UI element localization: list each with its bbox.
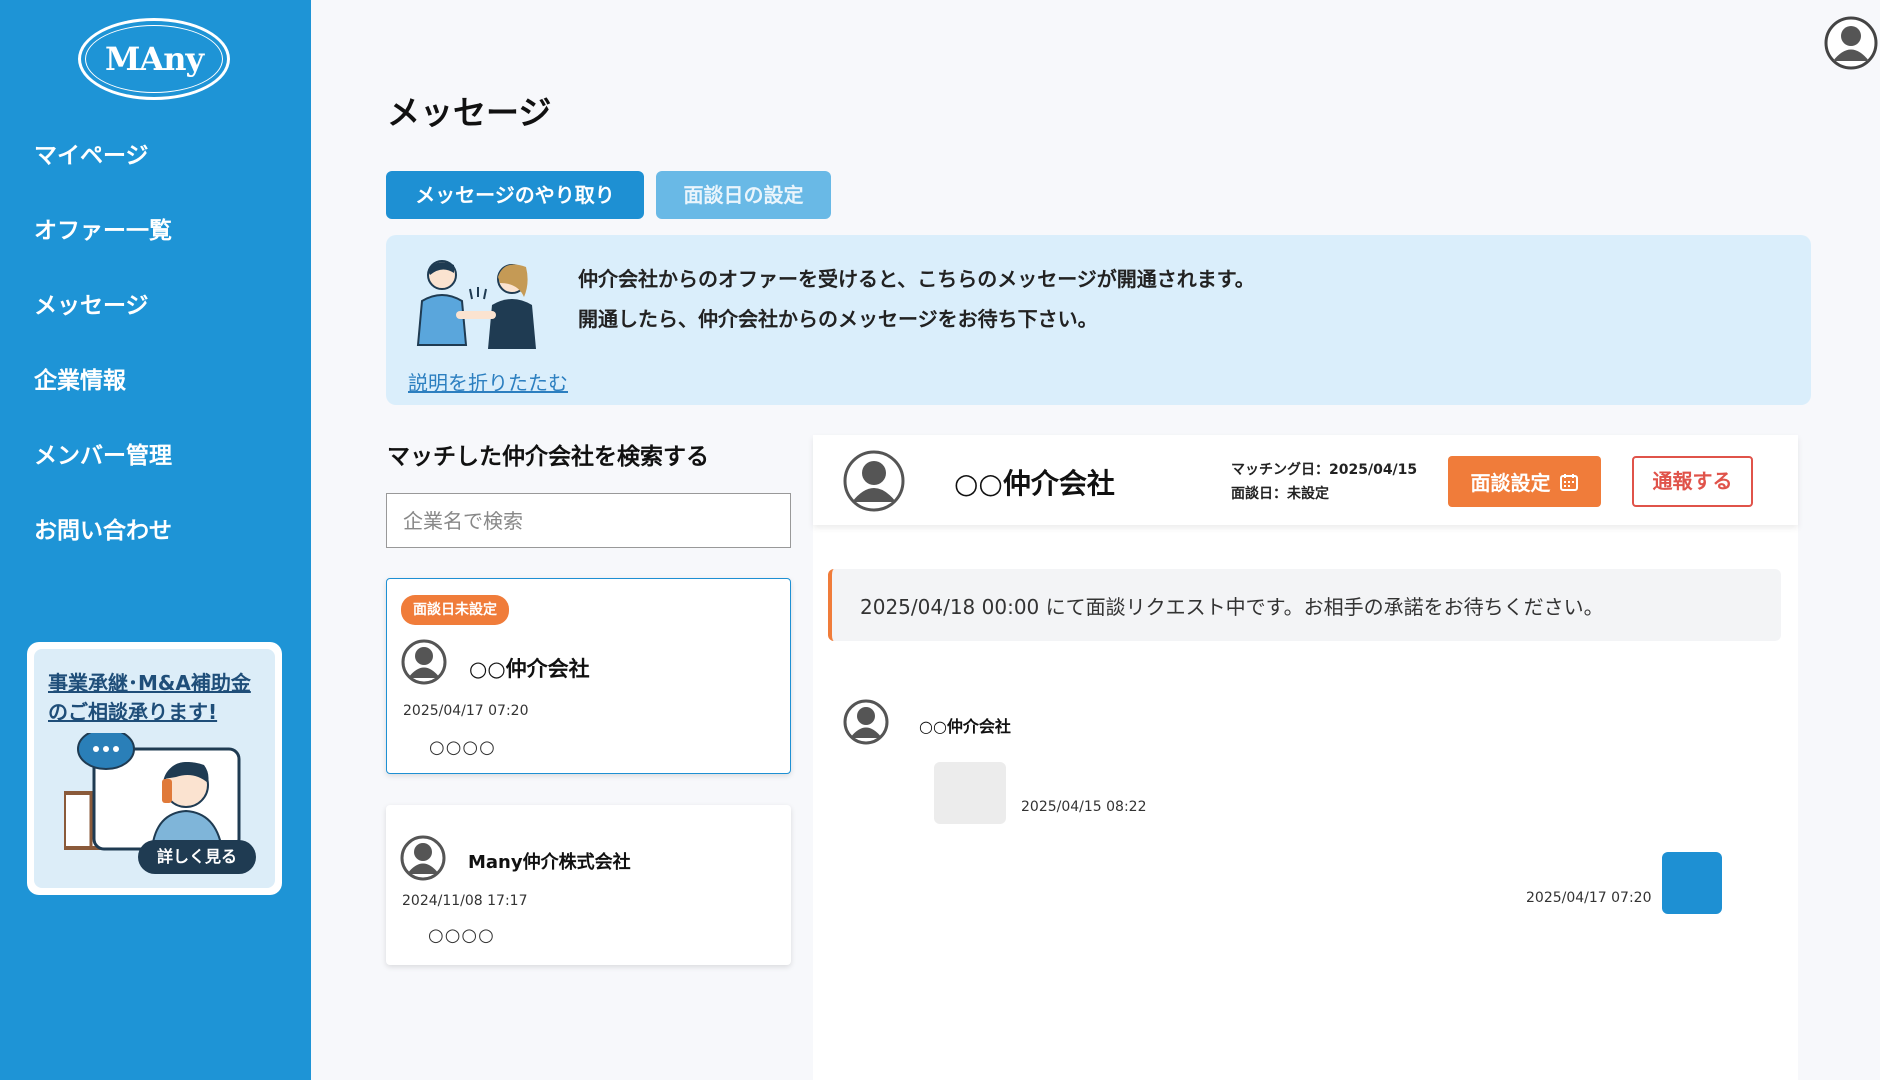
info-text-line2: 開通したら、仲介会社からのメッセージをお待ち下さい。	[578, 307, 1098, 331]
message-time: 2025/04/17 07:20	[1526, 890, 1652, 906]
page-title: メッセージ	[387, 93, 552, 132]
user-avatar-icon[interactable]	[1824, 16, 1878, 70]
collapse-info-link[interactable]: 説明を折りたたむ	[408, 367, 568, 396]
avatar-icon	[401, 639, 447, 685]
calendar-icon	[1559, 473, 1578, 491]
avatar-icon	[400, 835, 446, 881]
conversation-date: 2025/04/17 07:20	[403, 703, 529, 719]
sidebar-nav: マイページ オファー一覧 メッセージ 企業情報 メンバー管理 お問い合わせ	[34, 132, 172, 582]
matching-date: マッチング日：2025/04/15	[1231, 462, 1418, 478]
message-sender-name: ○○仲介会社	[919, 717, 1011, 736]
sidebar: MAny マイページ オファー一覧 メッセージ 企業情報 メンバー管理 お問い合…	[0, 0, 311, 1080]
conversation-preview: ○○○○	[428, 925, 495, 946]
status-badge: 面談日未設定	[401, 595, 509, 625]
sidebar-item-messages[interactable]: メッセージ	[34, 282, 172, 357]
notice-text: 2025/04/18 00:00 にて面談リクエスト中です。お相手の承諾をお待ち…	[860, 595, 1604, 619]
brand-logo[interactable]: MAny	[78, 18, 230, 100]
schedule-meeting-button[interactable]: 面談設定	[1448, 456, 1601, 507]
conversation-date: 2024/11/08 17:17	[402, 893, 528, 909]
logo-ring	[85, 25, 223, 93]
partner-name: ○○仲介会社	[954, 467, 1115, 500]
tab-message-exchange[interactable]: メッセージのやり取り	[386, 171, 644, 219]
info-text-line1: 仲介会社からのオファーを受けると、こちらのメッセージが開通されます。	[578, 267, 1255, 291]
promo-title-line2: のご相談承ります!	[48, 700, 218, 724]
promo-title-line1: 事業承継･M&A補助金	[48, 671, 251, 695]
handshake-illustration	[416, 260, 536, 349]
sender-avatar-icon	[843, 699, 889, 745]
info-panel: 仲介会社からのオファーを受けると、こちらのメッセージが開通されます。 開通したら…	[386, 235, 1811, 405]
chat-header: ○○仲介会社 マッチング日：2025/04/15 面談日：未設定 面談設定 通報…	[813, 435, 1798, 525]
sidebar-item-members[interactable]: メンバー管理	[34, 432, 172, 507]
sidebar-item-mypage[interactable]: マイページ	[34, 132, 172, 207]
promo-title: 事業承継･M&A補助金 のご相談承ります!	[48, 669, 251, 727]
conversation-company-name: Many仲介株式会社	[468, 852, 631, 873]
outgoing-message-bubble	[1662, 852, 1722, 914]
conversation-company-name: ○○仲介会社	[469, 657, 590, 681]
conversation-card[interactable]: Many仲介株式会社 2024/11/08 17:17 ○○○○	[386, 805, 791, 965]
sidebar-item-company[interactable]: 企業情報	[34, 357, 172, 432]
partner-avatar-icon	[843, 450, 905, 512]
schedule-meeting-label: 面談設定	[1470, 471, 1551, 495]
promo-banner[interactable]: 事業承継･M&A補助金 のご相談承ります! 詳しく見る	[27, 642, 282, 895]
promo-banner-inner: 事業承継･M&A補助金 のご相談承ります! 詳しく見る	[34, 649, 275, 888]
conversation-card[interactable]: 面談日未設定 ○○仲介会社 2025/04/17 07:20 ○○○○	[386, 578, 791, 774]
conversation-preview: ○○○○	[429, 737, 496, 758]
sidebar-item-contact[interactable]: お問い合わせ	[34, 507, 172, 582]
search-heading: マッチした仲介会社を検索する	[387, 444, 709, 470]
meeting-request-notice: 2025/04/18 00:00 にて面談リクエスト中です。お相手の承諾をお待ち…	[828, 569, 1781, 641]
message-time: 2025/04/15 08:22	[1021, 799, 1147, 815]
chat-panel: ○○仲介会社 マッチング日：2025/04/15 面談日：未設定 面談設定 通報…	[813, 435, 1798, 1080]
meeting-date: 面談日：未設定	[1231, 486, 1329, 502]
incoming-message-bubble	[934, 762, 1006, 824]
sidebar-item-offers[interactable]: オファー一覧	[34, 207, 172, 282]
company-search-input[interactable]	[386, 493, 791, 548]
tab-meeting-date[interactable]: 面談日の設定	[656, 171, 831, 219]
promo-details-button[interactable]: 詳しく見る	[138, 840, 256, 874]
report-button[interactable]: 通報する	[1632, 456, 1753, 507]
